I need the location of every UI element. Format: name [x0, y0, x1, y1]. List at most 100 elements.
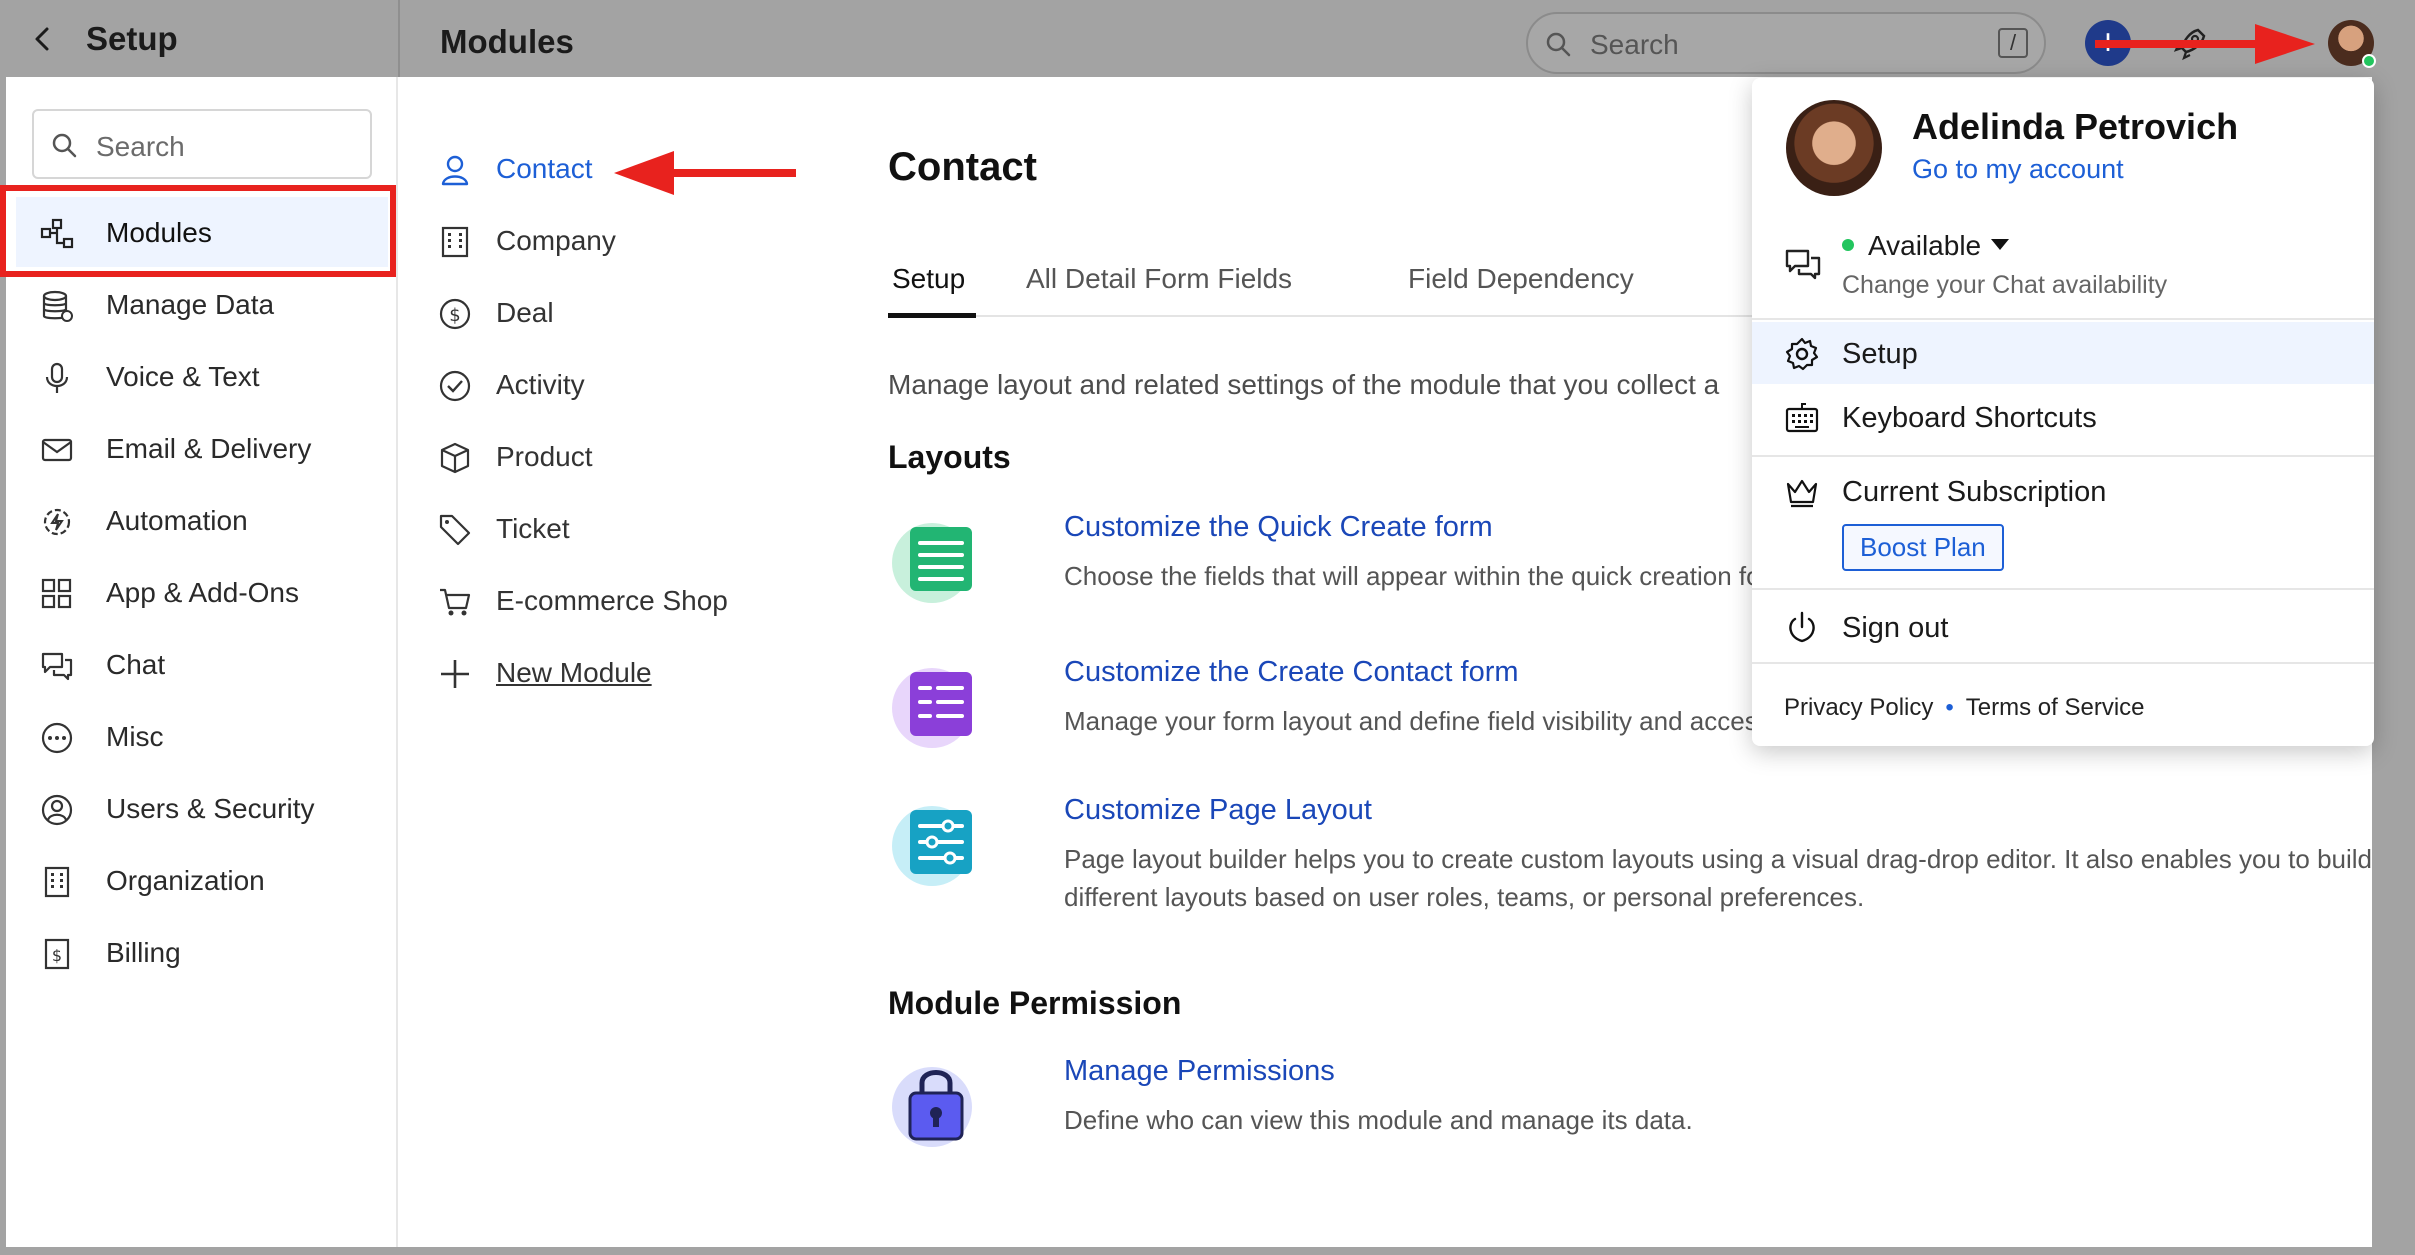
dollar-icon: $: [439, 298, 471, 330]
dropdown-divider: [1752, 662, 2374, 664]
annotation-arrow-avatar: [2095, 24, 2315, 64]
page-title: Modules: [440, 23, 574, 60]
sidebar-item-label: Chat: [106, 649, 166, 680]
feature-title[interactable]: Customize the Quick Create form: [1064, 511, 1493, 544]
sidebar-item-manage-data[interactable]: Manage Data: [16, 269, 388, 339]
sidebar-search-input[interactable]: Search: [32, 109, 372, 179]
sidebar-item-label: Email & Delivery: [106, 433, 312, 464]
svg-text:$: $: [52, 946, 62, 965]
module-item-product[interactable]: Product: [438, 427, 818, 487]
sidebar-item-voice-text[interactable]: Voice & Text: [16, 341, 388, 411]
tab-field-dependency[interactable]: Field Dependency: [1408, 263, 1634, 295]
search-placeholder: Search: [1590, 29, 1679, 60]
top-bar: Setup Modules Search / +: [0, 0, 2415, 77]
user-circle-icon: [41, 794, 73, 826]
global-search-input[interactable]: Search /: [1526, 12, 2046, 74]
module-item-label: Company: [496, 225, 616, 256]
sidebar-item-label: Organization: [106, 865, 265, 896]
box-icon: [440, 442, 470, 474]
caret-down-icon: [1991, 239, 2010, 251]
form-list-icon: [892, 523, 972, 603]
power-icon: [1789, 611, 1815, 643]
menu-item-setup[interactable]: Setup: [1752, 322, 2374, 384]
module-item-label: Ticket: [496, 513, 570, 544]
sidebar-item-chat[interactable]: Chat: [16, 629, 388, 699]
feature-description: Page layout builder helps you to create …: [1064, 844, 2373, 912]
building-icon: [44, 866, 70, 898]
boost-plan-badge[interactable]: Boost Plan: [1842, 524, 2004, 571]
feature-title[interactable]: Manage Permissions: [1064, 1055, 1335, 1088]
app-window: Setup Modules Search / + Search Modules …: [0, 0, 2415, 1255]
plus-icon: [441, 660, 469, 688]
top-divider: [398, 0, 400, 77]
sidebar-item-users-security[interactable]: Users & Security: [16, 773, 388, 843]
active-tab-indicator: [888, 313, 976, 318]
menu-item-sign-out[interactable]: Sign out: [1752, 596, 2374, 658]
go-to-account-link[interactable]: Go to my account: [1912, 154, 2124, 185]
sliders-icon: [892, 806, 972, 886]
search-icon: [1546, 32, 1571, 57]
right-edge: [2372, 77, 2415, 1255]
dropdown-divider: [1752, 318, 2374, 320]
user-avatar-button[interactable]: [2328, 20, 2376, 68]
module-item-ecommerce-shop[interactable]: E-commerce Shop: [438, 571, 818, 631]
sidebar-item-email-delivery[interactable]: Email & Delivery: [16, 413, 388, 483]
receipt-icon: $: [44, 938, 70, 970]
module-permission-heading: Module Permission: [888, 985, 1182, 1021]
feature-description: Define who can view this module and mana…: [1064, 1105, 1693, 1135]
module-item-label: Deal: [496, 297, 554, 328]
dropdown-divider: [1752, 588, 2374, 590]
module-item-company[interactable]: Company: [438, 211, 818, 271]
feature-title[interactable]: Customize Page Layout: [1064, 794, 1372, 827]
sidebar-item-billing[interactable]: $ Billing: [16, 917, 388, 987]
available-status-dot: [1842, 238, 1854, 251]
module-description: Manage layout and related settings of th…: [888, 369, 1720, 400]
profile-dropdown: Adelinda Petrovich Go to my account Avai…: [1752, 78, 2374, 746]
menu-item-keyboard-shortcuts[interactable]: Keyboard Shortcuts: [1752, 386, 2374, 448]
privacy-policy-link[interactable]: Privacy Policy: [1784, 694, 1933, 721]
modules-list: Contact Company $ Deal Activity Product …: [400, 77, 840, 1247]
crown-icon: [1786, 479, 1818, 508]
menu-item-label: Keyboard Shortcuts: [1842, 402, 2097, 434]
module-item-ticket[interactable]: Ticket: [438, 499, 818, 559]
profile-name: Adelinda Petrovich: [1912, 106, 2239, 147]
menu-item-current-subscription[interactable]: Current Subscription: [1752, 460, 2374, 522]
bottom-edge: [0, 1247, 2415, 1255]
legal-links: Privacy Policy • Terms of Service: [1784, 694, 2145, 722]
availability-selector[interactable]: Available: [1842, 230, 2010, 262]
sidebar-search-placeholder: Search: [96, 131, 185, 162]
database-icon: [42, 290, 73, 322]
tab-setup[interactable]: Setup: [892, 263, 965, 295]
feature-title[interactable]: Customize the Create Contact form: [1064, 656, 1519, 689]
sidebar-item-organization[interactable]: Organization: [16, 845, 388, 915]
mail-icon: [41, 438, 73, 462]
svg-text:$: $: [449, 305, 460, 326]
sidebar-item-label: App & Add-Ons: [106, 577, 300, 608]
module-title: Contact: [888, 145, 1037, 189]
module-item-label: E-commerce Shop: [496, 585, 728, 616]
automation-icon: [43, 508, 71, 536]
search-shortcut-key: /: [1998, 28, 2028, 58]
new-module-button[interactable]: New Module: [438, 643, 818, 703]
tab-all-detail-form-fields[interactable]: All Detail Form Fields: [1026, 263, 1292, 295]
form-grid-icon: [892, 668, 972, 748]
annotation-highlight-modules: [0, 185, 396, 277]
sidebar-item-apps-addons[interactable]: App & Add-Ons: [16, 557, 388, 627]
back-arrow-icon[interactable]: [28, 24, 58, 54]
dropdown-divider: [1752, 455, 2374, 457]
module-item-deal[interactable]: $ Deal: [438, 283, 818, 343]
new-module-label: New Module: [496, 657, 652, 688]
sidebar-item-label: Billing: [106, 937, 181, 968]
sidebar-item-automation[interactable]: Automation: [16, 485, 388, 555]
setup-title: Setup: [86, 20, 178, 57]
ticket-icon: [439, 514, 471, 546]
gear-icon: [1785, 337, 1819, 371]
module-item-activity[interactable]: Activity: [438, 355, 818, 415]
sidebar-item-label: Misc: [106, 721, 164, 752]
sidebar-item-misc[interactable]: Misc: [16, 701, 388, 771]
link-separator-dot: •: [1945, 694, 1954, 721]
online-status-dot: [2362, 54, 2376, 68]
module-item-label: Contact: [496, 153, 593, 184]
sidebar-item-label: Automation: [106, 505, 248, 536]
terms-of-service-link[interactable]: Terms of Service: [1966, 694, 2145, 721]
